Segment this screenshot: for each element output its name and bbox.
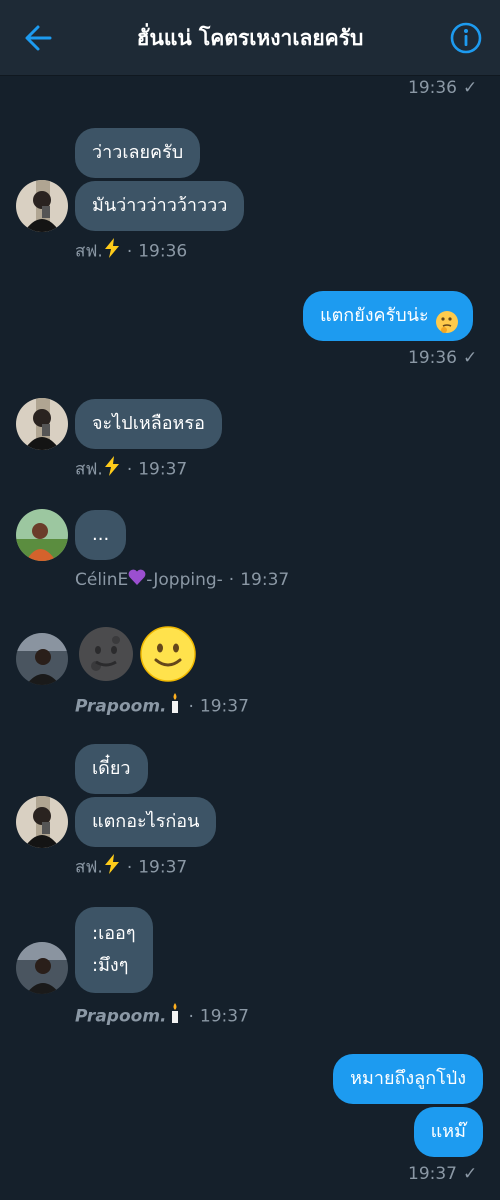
new-moon-face-icon[interactable] bbox=[76, 624, 136, 684]
avatar[interactable] bbox=[16, 796, 68, 848]
message-timestamp: 19:36 ✓ bbox=[408, 76, 477, 100]
message-text-line: :เออๆ bbox=[92, 923, 136, 944]
sender-name[interactable]: สฟ. bbox=[75, 460, 103, 480]
message-meta: Prapoom. · 19:37 bbox=[75, 692, 249, 717]
slightly-smiling-face-icon[interactable] bbox=[138, 624, 198, 684]
sender-name[interactable]: Prapoom. bbox=[75, 697, 167, 717]
incoming-message-bubble[interactable]: มันว่าวว่าวว้าววว bbox=[75, 181, 245, 231]
timestamp-text: 19:37 bbox=[240, 570, 290, 590]
incoming-message-bubble[interactable]: ว่าวเลยครับ bbox=[75, 128, 201, 178]
info-button[interactable] bbox=[446, 18, 486, 58]
incoming-message-bubble[interactable]: ... bbox=[75, 510, 127, 560]
message-text: ว่าวเลยครับ bbox=[92, 142, 184, 163]
avatar[interactable] bbox=[16, 398, 68, 450]
message-meta: สฟ. · 19:37 bbox=[75, 456, 187, 480]
outgoing-message-bubble[interactable]: แหม๊ bbox=[413, 1107, 483, 1157]
purple-heart-icon bbox=[128, 568, 146, 592]
avatar-photo-icon bbox=[16, 633, 68, 685]
sender-name[interactable]: CélinE bbox=[75, 570, 128, 590]
avatar[interactable] bbox=[16, 942, 68, 994]
sent-check-icon: ✓ bbox=[463, 348, 478, 368]
incoming-message-bubble[interactable]: เดี๋ยว bbox=[75, 744, 148, 794]
message-timestamp: 19:37 ✓ bbox=[408, 1162, 477, 1186]
sender-name[interactable]: สฟ. bbox=[75, 858, 103, 878]
avatar[interactable] bbox=[16, 180, 68, 232]
sent-check-icon: ✓ bbox=[463, 1164, 478, 1184]
message-timestamp: 19:36 ✓ bbox=[408, 346, 477, 370]
candle-icon bbox=[167, 692, 183, 721]
lightning-icon bbox=[103, 238, 121, 265]
timestamp-text: 19:37 bbox=[138, 857, 188, 878]
avatar[interactable] bbox=[16, 509, 68, 561]
timestamp-text: 19:36 bbox=[408, 348, 457, 368]
message-text: ... bbox=[92, 524, 110, 545]
timestamp-text: 19:37 bbox=[199, 1006, 249, 1027]
message-text: มันว่าวว่าวว้าววว bbox=[92, 195, 228, 216]
message-text: หมายถึงลูกโป่ง bbox=[350, 1068, 466, 1089]
info-circle-icon bbox=[450, 22, 482, 54]
candle-icon bbox=[167, 1002, 183, 1031]
incoming-message-bubble[interactable]: จะไปเหลือหรอ bbox=[75, 399, 222, 449]
outgoing-message-bubble[interactable]: แตกยังครับน่ะ bbox=[303, 291, 473, 341]
timestamp-text: 19:36 bbox=[408, 78, 457, 98]
message-text: เดี๋ยว bbox=[92, 758, 131, 779]
message-meta: Prapoom. · 19:37 bbox=[75, 1002, 249, 1027]
sender-name[interactable]: Prapoom. bbox=[75, 1007, 167, 1027]
arrow-left-icon bbox=[25, 25, 52, 51]
message-meta: สฟ. · 19:36 bbox=[75, 238, 187, 262]
timestamp-text: 19:36 bbox=[138, 241, 188, 262]
message-text: จะไปเหลือหรอ bbox=[92, 413, 205, 434]
message-text: แตกอะไรก่อน bbox=[92, 811, 200, 832]
avatar-photo-icon bbox=[16, 180, 68, 232]
message-text: แตกยังครับน่ะ bbox=[320, 305, 429, 326]
message-meta: สฟ. · 19:37 bbox=[75, 854, 187, 878]
incoming-message-bubble[interactable]: แตกอะไรก่อน bbox=[75, 797, 217, 847]
timestamp-text: 19:37 bbox=[199, 696, 249, 717]
sent-check-icon: ✓ bbox=[463, 78, 478, 98]
lightning-icon bbox=[103, 854, 121, 881]
conversation-title: ฮั่นแน่ โคตรเหงาเลยครับ bbox=[136, 26, 364, 50]
sender-name-suffix: -Jopping- bbox=[146, 570, 223, 590]
incoming-message-bubble[interactable]: :เออๆ :มึงๆ bbox=[75, 907, 153, 993]
timestamp-text: 19:37 bbox=[138, 459, 188, 480]
outgoing-message-bubble[interactable]: หมายถึงลูกโป่ง bbox=[333, 1054, 483, 1104]
lightning-icon bbox=[103, 456, 121, 483]
message-text: แหม๊ bbox=[430, 1121, 466, 1142]
avatar-photo-icon bbox=[16, 796, 68, 848]
back-button[interactable] bbox=[20, 20, 58, 56]
sender-name[interactable]: สฟ. bbox=[75, 242, 103, 262]
conversation-header: ฮั่นแน่ โคตรเหงาเลยครับ bbox=[0, 0, 500, 76]
avatar[interactable] bbox=[16, 633, 68, 685]
avatar-photo-icon bbox=[16, 398, 68, 450]
avatar-photo-icon bbox=[16, 509, 68, 561]
avatar-photo-icon bbox=[16, 942, 68, 994]
message-text-line: :มึงๆ bbox=[92, 955, 129, 976]
message-meta: CélinE -Jopping- · 19:37 bbox=[75, 568, 290, 592]
timestamp-text: 19:37 bbox=[408, 1164, 457, 1184]
